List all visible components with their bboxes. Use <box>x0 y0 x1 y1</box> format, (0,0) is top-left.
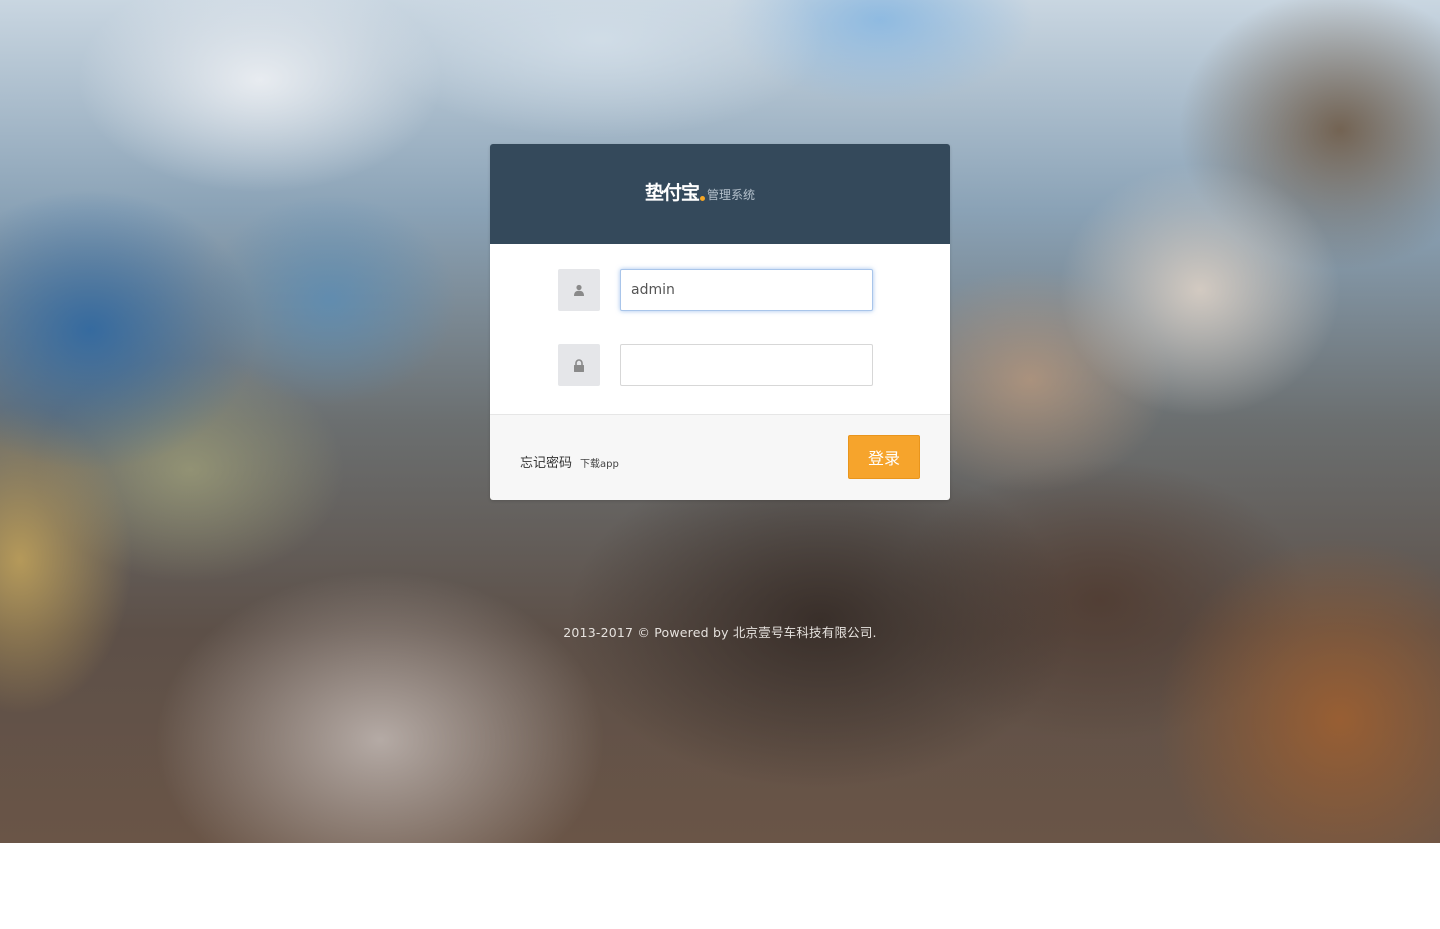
user-icon <box>558 269 600 311</box>
copyright-text: 2013-2017 © Powered by 北京壹号车科技有限公司. <box>563 625 877 640</box>
brand-logo: 垫付宝 <box>645 182 700 204</box>
login-footer: 忘记密码 下载app 登录 <box>490 415 950 500</box>
brand: 垫付宝 管理系统 <box>645 182 755 204</box>
username-input[interactable] <box>620 269 873 311</box>
brand-subtitle: 管理系统 <box>707 188 756 202</box>
lock-icon <box>558 344 600 386</box>
password-input[interactable] <box>620 344 873 386</box>
login-form <box>490 244 950 415</box>
brand-logo-dot <box>700 196 706 201</box>
login-header: 垫付宝 管理系统 <box>490 144 950 244</box>
forgot-password-link[interactable]: 忘记密码 <box>520 452 572 471</box>
download-app-link[interactable]: 下载app <box>580 455 619 470</box>
login-button[interactable]: 登录 <box>848 435 920 479</box>
login-panel: 垫付宝 管理系统 忘记密码 下载app 登录 <box>490 144 950 500</box>
